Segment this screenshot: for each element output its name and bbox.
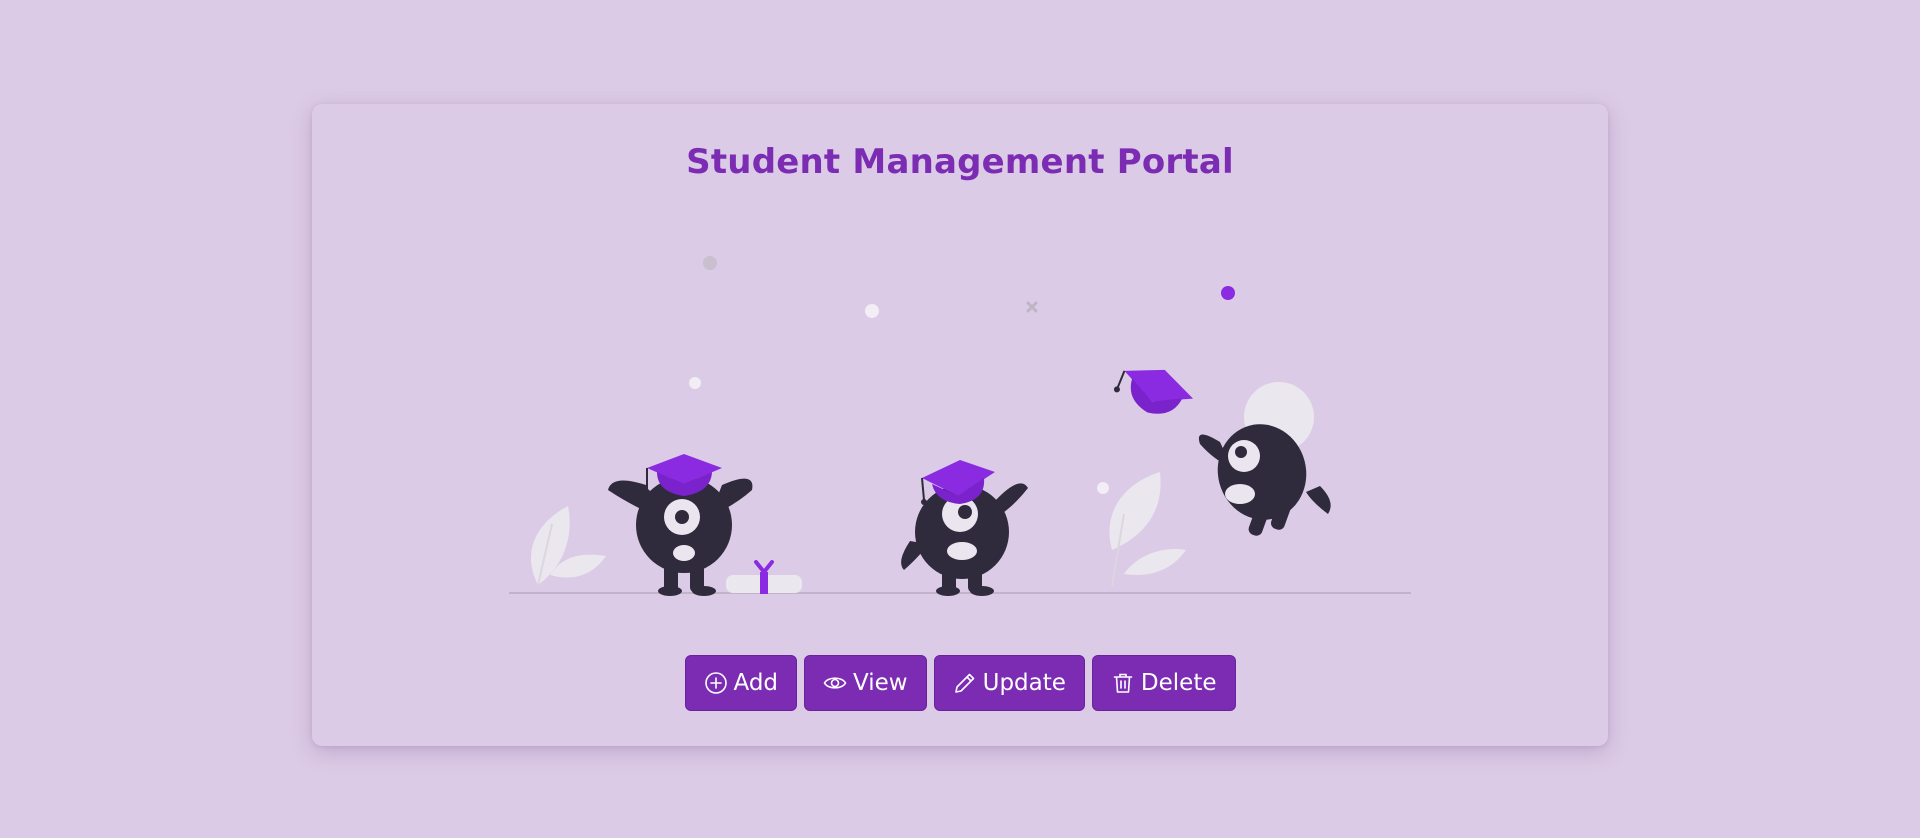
delete-button[interactable]: Delete	[1091, 655, 1236, 711]
trash-icon	[1111, 671, 1135, 695]
student-character-1	[608, 454, 753, 596]
student-character-2	[901, 460, 1028, 596]
view-button[interactable]: View	[804, 655, 927, 711]
view-button-label: View	[853, 670, 908, 696]
particle	[865, 304, 879, 318]
add-button-label: Add	[733, 670, 779, 696]
diploma-icon	[726, 560, 802, 594]
graduation-cap-icon	[1113, 369, 1194, 414]
leaf-icon	[1109, 472, 1186, 587]
leaf-icon	[530, 506, 606, 586]
sparkle-icon	[1026, 301, 1038, 313]
particle	[1097, 482, 1109, 494]
pencil-icon	[953, 671, 977, 695]
action-toolbar: Add View Update Delete	[312, 655, 1608, 711]
delete-button-label: Delete	[1140, 670, 1217, 696]
plus-circle-icon	[704, 671, 728, 695]
update-button[interactable]: Update	[933, 655, 1085, 711]
student-character-3	[1198, 382, 1331, 536]
eye-icon	[823, 671, 847, 695]
particle	[1221, 286, 1235, 300]
graduation-illustration	[509, 256, 1411, 596]
add-button[interactable]: Add	[684, 655, 798, 711]
particle	[703, 256, 717, 270]
portal-card: Student Management Portal Add View Updat…	[312, 104, 1608, 746]
update-button-label: Update	[982, 670, 1066, 696]
particle	[689, 377, 701, 389]
